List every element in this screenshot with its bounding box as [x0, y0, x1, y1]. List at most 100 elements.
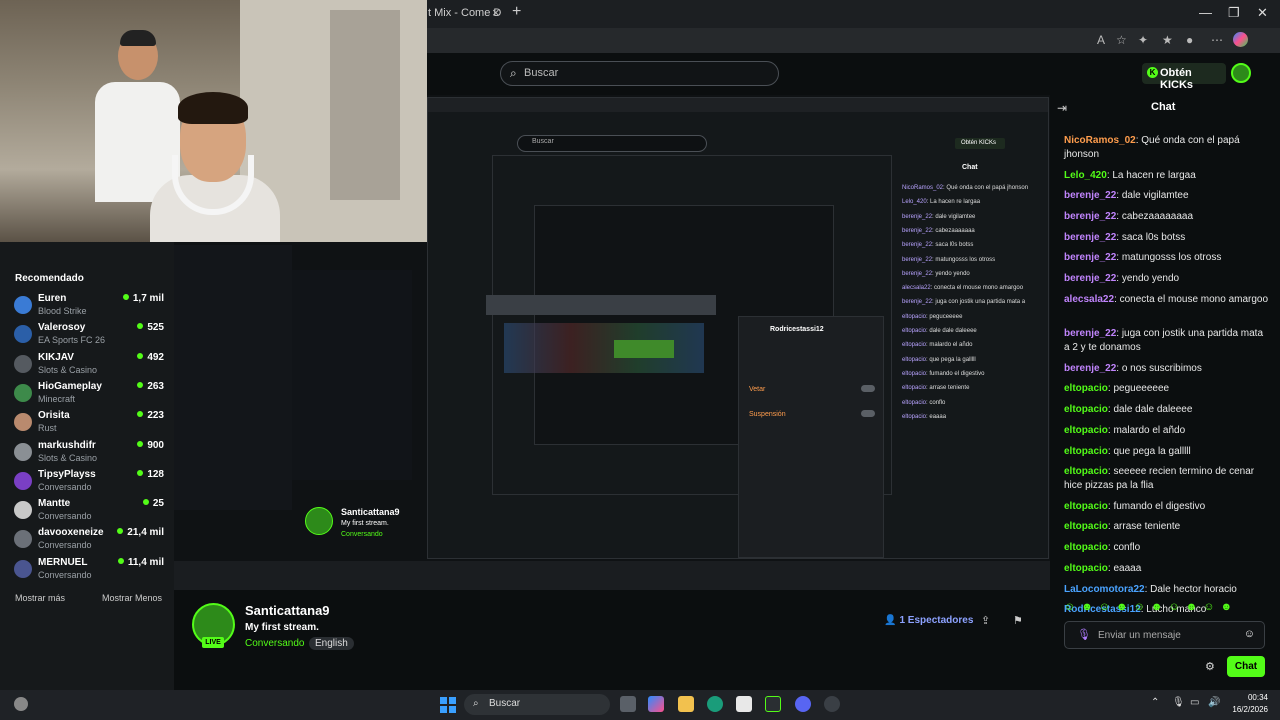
kick-app-icon[interactable] — [765, 696, 781, 712]
chat-username[interactable]: eltopacio — [1064, 404, 1108, 415]
chat-username[interactable]: eltopacio — [1064, 542, 1108, 553]
chat-username[interactable]: berenje_22 — [1064, 328, 1116, 339]
chat-message[interactable]: eltopacio: conflo — [1064, 541, 1269, 555]
chat-username[interactable]: eltopacio — [1064, 521, 1108, 532]
search-input[interactable]: ⌕ Buscar — [500, 61, 779, 86]
streamer-name[interactable]: Santicattana9 — [245, 603, 330, 618]
tray-volume-icon[interactable]: 🔊 — [1208, 697, 1220, 708]
tray-network-icon[interactable]: ▭ — [1190, 697, 1199, 708]
chat-username[interactable]: NicoRamos_02 — [1064, 135, 1136, 146]
chat-message[interactable]: berenje_22: juga con jostik una partida … — [1064, 327, 1269, 355]
close-window-icon[interactable]: ✕ — [1257, 5, 1268, 21]
chat-message-input[interactable]: 🎙 Enviar un mensaje ☺ — [1064, 621, 1265, 649]
chat-username[interactable]: berenje_22 — [1064, 190, 1116, 201]
chat-message[interactable]: eltopacio: pegueeeeee — [1064, 382, 1269, 396]
chat-message[interactable]: eltopacio: malardo el añdo — [1064, 424, 1269, 438]
send-chat-button[interactable]: Chat — [1227, 656, 1265, 677]
chat-message[interactable]: eltopacio: que pega la galllll — [1064, 445, 1269, 459]
chat-username[interactable]: alecsala22 — [1064, 294, 1114, 305]
sidebar-channel-item[interactable]: Valerosoy EA Sports FC 26 525 — [14, 322, 164, 350]
discord-icon[interactable] — [795, 696, 811, 712]
clock-date[interactable]: 16/2/2026 — [1226, 705, 1268, 714]
store-icon[interactable] — [736, 696, 752, 712]
copilot-app-icon[interactable] — [648, 696, 664, 712]
browser-tab-title[interactable]: t Mix - Come D — [428, 7, 501, 19]
obs-icon[interactable] — [824, 696, 840, 712]
task-view-icon[interactable] — [620, 696, 636, 712]
emoji-picker-icon[interactable]: ☺ — [1244, 628, 1255, 640]
chat-message[interactable]: eltopacio: seeeee recien termino de cena… — [1064, 465, 1269, 493]
language-tag[interactable]: English — [309, 637, 354, 650]
sidebar-channel-item[interactable]: Orisita Rust 223 — [14, 410, 164, 438]
chat-message[interactable]: berenje_22: matungosss los otross — [1064, 251, 1269, 265]
viewer-count: 👤 1 Espectadores — [884, 615, 973, 626]
chat-username[interactable]: berenje_22 — [1064, 363, 1116, 374]
chat-message[interactable]: eltopacio: fumando el digestivo — [1064, 500, 1269, 514]
sidebar-channel-item[interactable]: HioGameplay Minecraft 263 — [14, 381, 164, 409]
chat-settings-gear-icon[interactable]: ⚙ — [1205, 660, 1215, 673]
chat-message[interactable]: eltopacio: dale dale daleeee — [1064, 403, 1269, 417]
windows-start-icon[interactable] — [440, 697, 456, 713]
file-explorer-icon[interactable] — [678, 696, 694, 712]
tray-mic-icon[interactable]: 🎙 — [1172, 697, 1185, 708]
tab-close-icon[interactable]: × — [492, 5, 500, 20]
follow-icon[interactable]: ⚑ — [1013, 614, 1023, 627]
chat-message[interactable]: berenje_22: cabezaaaaaaaa — [1064, 210, 1269, 224]
chat-message[interactable]: eltopacio: eaaaa — [1064, 562, 1269, 576]
extensions-icon[interactable]: ✦ — [1138, 33, 1148, 47]
profile-icon[interactable]: ● — [1186, 33, 1193, 47]
chat-message[interactable]: berenje_22: saca l0s botss — [1064, 231, 1269, 245]
chat-message[interactable]: eltopacio: arrase teniente — [1064, 520, 1269, 534]
share-icon[interactable]: ⇪ — [981, 614, 990, 627]
chat-username[interactable]: eltopacio — [1064, 446, 1108, 457]
chat-username[interactable]: eltopacio — [1064, 466, 1108, 477]
stream-category[interactable]: Conversando — [245, 638, 304, 649]
weather-widget-icon[interactable] — [14, 697, 28, 711]
show-less-button[interactable]: Mostrar Menos — [102, 593, 162, 603]
favorites-bar-icon[interactable]: ★ — [1162, 33, 1173, 47]
get-kicks-button[interactable]: K Obtén KICKs — [1142, 63, 1226, 91]
chat-message[interactable]: berenje_22: dale vigilamtee — [1064, 189, 1269, 203]
chat-username[interactable]: berenje_22 — [1064, 252, 1116, 263]
chat-username[interactable]: Lelo_420 — [1064, 170, 1107, 181]
sidebar-channel-item[interactable]: Mantte Conversando 25 — [14, 498, 164, 526]
taskbar-search[interactable]: ⌕ Buscar — [464, 694, 610, 715]
mic-icon[interactable]: 🎙 — [1077, 628, 1091, 641]
sidebar-channel-item[interactable]: TipsyPlayss Conversando 128 — [14, 469, 164, 497]
chat-username[interactable]: eltopacio — [1064, 425, 1108, 436]
chat-username[interactable]: berenje_22 — [1064, 273, 1116, 284]
chat-username[interactable]: berenje_22 — [1064, 232, 1116, 243]
sidebar-channel-item[interactable]: Euren Blood Strike 1,7 mil — [14, 293, 164, 321]
copilot-icon[interactable] — [1233, 32, 1248, 47]
sidebar-channel-item[interactable]: KIKJAV Slots & Casino 492 — [14, 352, 164, 380]
chat-username[interactable]: LaLocomotora22 — [1064, 584, 1145, 595]
favorite-icon[interactable]: ☆ — [1116, 33, 1127, 47]
emote-bar[interactable]: ☺☻☺☻☺☻☺☻☺☻ — [1064, 601, 1238, 613]
edge-browser-icon[interactable] — [707, 696, 723, 712]
sidebar-channel-item[interactable]: markushdifr Slots & Casino 900 — [14, 440, 164, 468]
chat-message[interactable]: Lelo_420: La hacen re largaa — [1064, 169, 1269, 183]
captured-chat-line: eltopacio: peguceeeee — [902, 314, 962, 320]
tray-chevron-icon[interactable]: ⌃ — [1151, 697, 1159, 708]
channel-avatar — [14, 442, 32, 461]
minimize-icon[interactable]: — — [1199, 5, 1212, 20]
chat-message[interactable]: berenje_22: yendo yendo — [1064, 272, 1269, 286]
chat-username[interactable]: eltopacio — [1064, 563, 1108, 574]
read-aloud-icon[interactable]: A — [1097, 33, 1105, 47]
chat-username[interactable]: eltopacio — [1064, 383, 1108, 394]
chat-username[interactable]: berenje_22 — [1064, 211, 1116, 222]
maximize-icon[interactable]: ❐ — [1228, 5, 1240, 21]
user-avatar[interactable] — [1231, 63, 1251, 83]
chat-username[interactable]: eltopacio — [1064, 501, 1108, 512]
chat-message[interactable]: berenje_22: o nos suscribimos — [1064, 362, 1269, 376]
more-menu-icon[interactable]: ⋯ — [1211, 33, 1223, 47]
sidebar-channel-item[interactable]: davooxeneize Conversando 21,4 mil — [14, 527, 164, 555]
new-tab-icon[interactable]: + — [512, 3, 521, 21]
collapse-chat-icon[interactable]: ⇥ — [1057, 101, 1067, 115]
chat-message[interactable]: LaLocomotora22: Dale hector horacio — [1064, 583, 1269, 597]
show-more-button[interactable]: Mostrar más — [15, 593, 65, 603]
clock-time[interactable]: 00:34 — [1246, 693, 1268, 702]
sidebar-channel-item[interactable]: MERNUEL Conversando 11,4 mil — [14, 557, 164, 585]
chat-message[interactable]: NicoRamos_02: Qué onda con el papá jhons… — [1064, 134, 1269, 162]
chat-message[interactable]: alecsala22: conecta el mouse mono amargo… — [1064, 293, 1269, 307]
